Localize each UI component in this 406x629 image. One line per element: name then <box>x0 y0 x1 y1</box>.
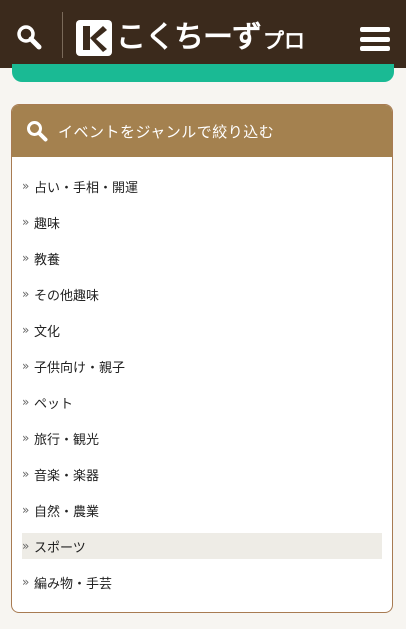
chevron-right-icon: » <box>22 179 30 193</box>
chevron-right-icon: » <box>22 215 30 229</box>
genre-panel-header: イベントをジャンルで絞り込む <box>12 105 392 157</box>
genre-link-label: 文化 <box>34 324 61 340</box>
genre-link-label: 自然・農業 <box>34 504 100 520</box>
chevron-right-icon: » <box>22 287 30 301</box>
logo-k-icon <box>74 18 114 58</box>
genre-link-item[interactable]: » ペット <box>22 389 382 415</box>
genre-link-item[interactable]: » 趣味 <box>22 209 382 235</box>
genre-link-label: 占い・手相・開運 <box>34 180 139 196</box>
hamburger-menu-button[interactable] <box>356 22 394 56</box>
genre-link-item[interactable]: » 教養 <box>22 245 382 271</box>
genre-link-item[interactable]: » 音楽・楽器 <box>22 461 382 487</box>
chevron-right-icon: » <box>22 395 30 409</box>
genre-link-label: 教養 <box>34 252 61 268</box>
logo-text: こくちーず <box>116 20 262 55</box>
chevron-right-icon: » <box>22 431 30 445</box>
genre-panel-title: イベントをジャンルで絞り込む <box>58 122 275 141</box>
chevron-right-icon: » <box>22 359 30 373</box>
chevron-right-icon: » <box>22 251 30 265</box>
search-icon <box>17 25 42 50</box>
search-icon <box>26 120 48 142</box>
genre-filter-panel: イベントをジャンルで絞り込む » 占い・手相・開運» 趣味» 教養» その他趣味» 文化»… <box>11 104 393 613</box>
genre-link-item[interactable]: » 自然・農業 <box>22 497 382 523</box>
genre-link-label: ペット <box>34 396 74 412</box>
genre-link-label: 旅行・観光 <box>34 432 100 448</box>
site-header: こくちーず プロ <box>0 0 406 68</box>
header-search-button[interactable] <box>10 18 48 56</box>
genre-link-label: 子供向け・親子 <box>34 360 126 376</box>
logo-suffix: プロ <box>263 29 305 53</box>
genre-link-label: 音楽・楽器 <box>34 468 100 484</box>
hamburger-menu-icon <box>360 27 390 32</box>
site-logo[interactable]: こくちーず プロ <box>74 18 305 58</box>
genre-link-item[interactable]: » 旅行・観光 <box>22 425 382 451</box>
genre-link-label: その他趣味 <box>34 288 100 304</box>
chevron-right-icon: » <box>22 539 30 553</box>
header-divider <box>62 12 63 58</box>
chevron-right-icon: » <box>22 503 30 517</box>
chevron-right-icon: » <box>22 323 30 337</box>
genre-link-item[interactable]: » 占い・手相・開運 <box>22 173 382 199</box>
chevron-right-icon: » <box>22 467 30 481</box>
genre-link-label: スポーツ <box>34 540 86 556</box>
chevron-right-icon: » <box>22 575 30 589</box>
genre-list: » 占い・手相・開運 » 趣味 » 教養 » その他趣味 » 文化 » 子供向け・親子 » ペット » 旅行・… <box>12 157 392 595</box>
genre-link-item[interactable]: » 編み物・手芸 <box>22 569 382 595</box>
genre-link-item[interactable]: » スポーツ <box>22 533 382 559</box>
genre-link-item[interactable]: » その他趣味 <box>22 281 382 307</box>
genre-link-label: 趣味 <box>34 216 61 232</box>
accent-strip <box>12 64 394 82</box>
genre-link-label: 編み物・手芸 <box>34 576 113 592</box>
genre-link-item[interactable]: » 文化 <box>22 317 382 343</box>
genre-link-item[interactable]: » 子供向け・親子 <box>22 353 382 379</box>
